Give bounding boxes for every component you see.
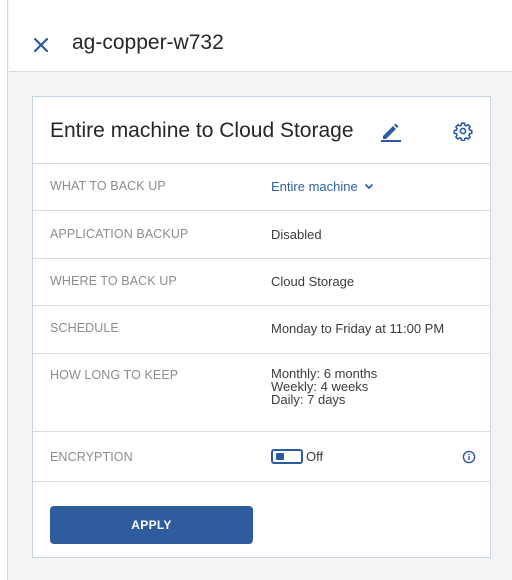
close-button[interactable] — [31, 35, 51, 55]
row-value: Cloud Storage — [271, 274, 355, 289]
row-label: WHAT TO BACK UP — [50, 179, 166, 193]
row-label: WHERE TO BACK UP — [50, 274, 177, 288]
gear-icon — [453, 122, 473, 142]
row-how-long-to-keep[interactable]: HOW LONG TO KEEP Monthly: 6 months Weekl… — [33, 354, 490, 432]
row-label: APPLICATION BACKUP — [50, 227, 189, 241]
row-where-to-back-up[interactable]: WHERE TO BACK UP Cloud Storage — [33, 259, 490, 306]
toggle-track — [271, 449, 303, 464]
row-schedule[interactable]: SCHEDULE Monday to Friday at 11:00 PM — [33, 306, 490, 354]
pencil-icon — [381, 123, 401, 142]
row-label: ENCRYPTION — [50, 450, 133, 464]
encryption-info-button[interactable] — [461, 449, 477, 465]
close-icon — [33, 37, 49, 53]
retention-daily: Daily: 7 days — [271, 392, 346, 407]
row-what-to-back-up: WHAT TO BACK UP Entire machine — [33, 164, 490, 211]
panel-header: ag-copper-w732 — [9, 0, 512, 72]
machine-name: ag-copper-w732 — [72, 31, 224, 54]
row-value: Disabled — [271, 227, 322, 242]
chevron-down-icon — [364, 183, 373, 190]
protection-plan-card: Entire machine to Cloud Storage WHAT TO … — [32, 96, 491, 558]
info-icon — [462, 450, 476, 464]
apply-button[interactable]: APPLY — [50, 506, 253, 544]
row-value: Entire machine — [271, 179, 358, 194]
plan-header: Entire machine to Cloud Storage — [33, 97, 490, 164]
plan-title: Entire machine to Cloud Storage — [50, 119, 354, 142]
toggle-knob — [276, 453, 284, 460]
row-encryption: ENCRYPTION Off — [33, 432, 490, 482]
toggle-state-label: Off — [306, 449, 324, 464]
retention-values: Monthly: 6 months Weekly: 4 weeks Daily:… — [271, 367, 377, 406]
encryption-toggle[interactable]: Off — [271, 449, 323, 464]
row-application-backup[interactable]: APPLICATION BACKUP Disabled — [33, 211, 490, 259]
left-panel-edge — [0, 0, 8, 580]
edit-plan-name-button[interactable] — [380, 122, 402, 142]
row-label: SCHEDULE — [50, 321, 119, 335]
row-label: HOW LONG TO KEEP — [50, 368, 179, 382]
what-to-back-up-dropdown[interactable]: Entire machine — [271, 179, 374, 194]
row-value: Monday to Friday at 11:00 PM — [271, 321, 445, 336]
plan-settings-button[interactable] — [453, 121, 473, 142]
